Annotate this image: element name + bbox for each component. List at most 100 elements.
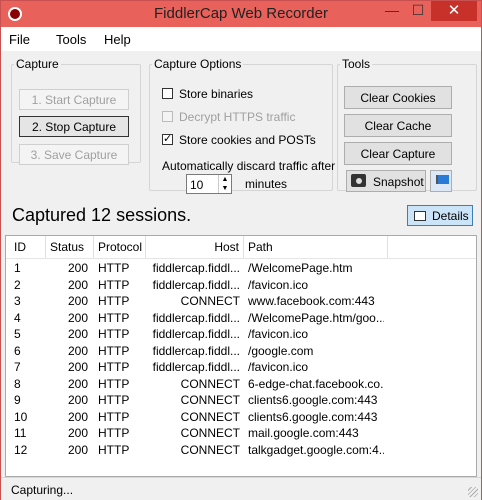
minutes-label: minutes (245, 177, 288, 191)
cell-id: 6 (14, 343, 21, 358)
cell-id: 1 (14, 261, 21, 275)
details-icon (414, 211, 426, 221)
cell-path: /favicon.ico (248, 327, 309, 341)
cell-protocol: HTTP (98, 261, 130, 275)
clear-cache-button[interactable]: Clear Cache (344, 114, 452, 137)
flag-icon (436, 175, 449, 184)
close-button[interactable]: ✕ (431, 1, 477, 21)
details-button[interactable]: Details (407, 205, 473, 226)
menu-file[interactable]: File (9, 32, 30, 47)
cell-path: /favicon.ico (248, 277, 309, 292)
table-row[interactable]: 8 200 HTTP CONNECT 6-edge-chat.facebook.co..… (6, 376, 476, 393)
cell-host: CONNECT (180, 376, 240, 391)
column-header-host[interactable]: Host (146, 236, 244, 258)
discard-minutes-stepper[interactable]: 10 ▲ ▼ (186, 174, 232, 194)
table-row[interactable]: 5 200 HTTP fiddlercap.fiddl... /favicon.ico (6, 326, 476, 343)
cell-host: CONNECT (180, 426, 240, 440)
cell-host: fiddlercap.fiddl... (152, 310, 240, 325)
resize-grip-icon[interactable] (468, 487, 478, 497)
column-header-protocol[interactable]: Protocol (94, 236, 146, 258)
column-header-id[interactable]: ID (6, 236, 46, 258)
save-capture-button[interactable]: 3. Save Capture (19, 144, 129, 165)
cell-id: 9 (14, 393, 21, 407)
discard-traffic-label: Automatically discard traffic after (162, 159, 336, 173)
column-header-status[interactable]: Status (46, 236, 94, 258)
table-row[interactable]: 2 200 HTTP fiddlercap.fiddl... /favicon.ico (6, 277, 476, 294)
maximize-button[interactable]: ☐ (405, 1, 431, 21)
header-divider (6, 258, 476, 259)
cell-host: CONNECT (180, 294, 240, 308)
app-window: FiddlerCap Web Recorder — ☐ ✕ File Tools… (0, 0, 482, 500)
table-row[interactable]: 9 200 HTTP CONNECT clients6.google.com:443 (6, 392, 476, 409)
cell-protocol: HTTP (98, 409, 130, 424)
table-row[interactable]: 3 200 HTTP CONNECT www.facebook.com:443 (6, 293, 476, 310)
store-binaries-box[interactable] (162, 88, 173, 99)
cell-protocol: HTTP (98, 310, 130, 325)
cell-host: CONNECT (180, 442, 240, 457)
cell-host: CONNECT (180, 409, 240, 424)
cell-status: 200 (67, 343, 88, 358)
cell-protocol: HTTP (98, 277, 130, 292)
snapshot-button[interactable]: Snapshot (346, 170, 426, 192)
table-row[interactable]: 7 200 HTTP fiddlercap.fiddl... /favicon.ico (6, 359, 476, 376)
menu-tools[interactable]: Tools (56, 32, 86, 47)
store-cookies-label: Store cookies and POSTs (179, 133, 316, 147)
store-binaries-label: Store binaries (179, 87, 254, 101)
cell-path: /WelcomePage.htm (248, 261, 353, 275)
table-row[interactable]: 4 200 HTTP fiddlercap.fiddl... /WelcomePage.… (6, 310, 476, 327)
store-cookies-box[interactable]: ✓ (162, 134, 173, 145)
flag-button[interactable] (430, 170, 452, 192)
table-row[interactable]: 11 200 HTTP CONNECT mail.google.com:443 (6, 425, 476, 442)
cell-status: 200 (67, 360, 88, 374)
cell-host: fiddlercap.fiddl... (152, 360, 240, 374)
table-row[interactable]: 12 200 HTTP CONNECT talkgadget.google.com:4.… (6, 442, 476, 459)
cell-status: 200 (67, 376, 88, 391)
cell-protocol: HTTP (98, 343, 130, 358)
cell-host: fiddlercap.fiddl... (152, 327, 240, 341)
cell-status: 200 (67, 393, 88, 407)
cell-path: clients6.google.com:443 (248, 409, 378, 424)
capture-options-group: Capture Options Store binaries Decrypt H… (149, 57, 336, 194)
cell-id: 11 (14, 426, 27, 440)
cell-status: 200 (67, 294, 88, 308)
capture-options-label: Capture Options (154, 57, 242, 71)
cell-path: /favicon.ico (248, 360, 309, 374)
tools-group: Tools Clear Cookies Clear Cache Clear Ca… (337, 57, 477, 192)
cell-status: 200 (67, 426, 88, 440)
snapshot-label: Snapshot (373, 175, 424, 189)
table-row[interactable]: 1 200 HTTP fiddlercap.fiddl... /WelcomePage.… (6, 260, 476, 277)
cell-protocol: HTTP (98, 376, 130, 391)
minimize-button[interactable]: — (379, 1, 405, 21)
stepper-arrows[interactable]: ▲ ▼ (218, 175, 231, 193)
clear-capture-button[interactable]: Clear Capture (344, 142, 452, 165)
cell-status: 200 (67, 310, 88, 325)
stepper-up-icon[interactable]: ▲ (219, 175, 231, 184)
menu-help[interactable]: Help (104, 32, 131, 47)
cell-status: 200 (67, 277, 88, 292)
cell-id: 12 (14, 442, 28, 457)
cell-host: fiddlercap.fiddl... (152, 277, 240, 292)
discard-minutes-value[interactable]: 10 (190, 178, 203, 192)
cell-host: fiddlercap.fiddl... (152, 261, 240, 275)
cell-protocol: HTTP (98, 393, 130, 407)
cell-id: 8 (14, 376, 21, 391)
stepper-down-icon[interactable]: ▼ (219, 184, 231, 193)
start-capture-button[interactable]: 1. Start Capture (19, 89, 129, 110)
cell-host: CONNECT (180, 393, 240, 407)
cell-protocol: HTTP (98, 360, 130, 374)
table-row[interactable]: 6 200 HTTP fiddlercap.fiddl... /google.com (6, 343, 476, 360)
table-row[interactable]: 10 200 HTTP CONNECT clients6.google.com:443 (6, 409, 476, 426)
clear-cookies-button[interactable]: Clear Cookies (344, 86, 452, 109)
sessions-list[interactable]: ID Status Protocol Host Path 1 200 HTTP fid… (5, 235, 477, 477)
session-count-summary: Captured 12 sessions. (12, 205, 192, 225)
cell-protocol: HTTP (98, 442, 130, 457)
cell-id: 10 (14, 409, 28, 424)
cell-host: fiddlercap.fiddl... (152, 343, 240, 358)
column-header-path[interactable]: Path (244, 236, 388, 258)
stop-capture-button[interactable]: 2. Stop Capture (19, 116, 129, 137)
title-bar[interactable]: FiddlerCap Web Recorder — ☐ ✕ (1, 1, 481, 27)
cell-status: 200 (67, 327, 88, 341)
cell-protocol: HTTP (98, 426, 130, 440)
decrypt-https-box[interactable] (162, 111, 173, 122)
decrypt-https-label: Decrypt HTTPS traffic (179, 110, 296, 124)
